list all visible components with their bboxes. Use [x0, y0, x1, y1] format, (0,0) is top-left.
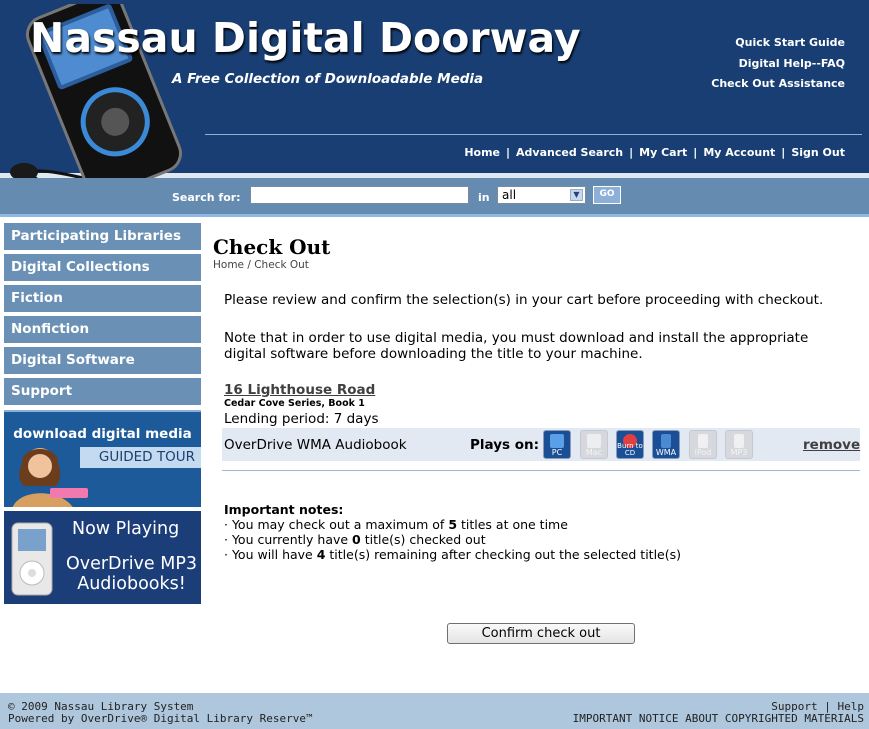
device-mp3-icon: MP3 — [725, 430, 753, 459]
digital-help-faq-link[interactable]: Digital Help--FAQ — [711, 54, 845, 75]
search-in-label: in — [478, 191, 490, 204]
site-title: Nassau Digital Doorway — [30, 14, 581, 62]
nav-advanced-search-link[interactable]: Advanced Search — [516, 146, 623, 159]
quick-start-guide-link[interactable]: Quick Start Guide — [711, 33, 845, 54]
note-text: · You will have — [224, 547, 317, 562]
footer-notice-wrapper: IMPORTANT NOTICE ABOUT COPYRIGHTED MATER… — [573, 712, 864, 725]
note-current-titles: · You currently have 0 title(s) checked … — [224, 532, 486, 547]
search-bar-rule — [0, 214, 869, 217]
item-lending-period: Lending period: 7 days — [224, 411, 379, 427]
quick-links: Quick Start Guide Digital Help--FAQ Chec… — [711, 33, 845, 95]
note-text: title(s) remaining after checking out th… — [325, 547, 681, 562]
note-value: 0 — [352, 532, 361, 547]
note-text: title(s) checked out — [360, 532, 486, 547]
device-burn-to-cd-icon: Burn to CD — [616, 430, 644, 459]
sidebar-item-participating-libraries[interactable]: Participating Libraries — [4, 223, 201, 250]
device-pc-label: PC — [551, 448, 563, 457]
mp3-glyph-icon — [734, 434, 744, 448]
wma-player-icon — [661, 434, 671, 448]
nav-separator: | — [693, 146, 698, 159]
footer-copyright-notice-link[interactable]: IMPORTANT NOTICE ABOUT COPYRIGHTED MATER… — [573, 712, 864, 725]
remove-item-link[interactable]: remove — [803, 437, 860, 453]
site-subtitle: A Free Collection of Downloadable Media — [172, 71, 484, 87]
mp3-promo-line2-text: OverDrive MP3 — [65, 554, 198, 574]
plays-on-label: Plays on: — [470, 437, 540, 453]
software-note-text: Note that in order to use digital media,… — [224, 330, 809, 362]
device-wma-icon: WMA — [652, 430, 680, 459]
nav-separator: | — [781, 146, 786, 159]
device-ipod-label: iPod — [694, 448, 712, 457]
note-max-titles: · You may check out a maximum of 5 title… — [224, 517, 568, 532]
nav-separator: | — [629, 146, 634, 159]
nav-my-cart-link[interactable]: My Cart — [639, 146, 687, 159]
item-series: Cedar Cove Series, Book 1 — [224, 398, 365, 409]
breadcrumb: Home / Check Out — [213, 259, 309, 271]
site-footer: © 2009 Nassau Library System Powered by … — [0, 693, 869, 729]
nav-my-account-link[interactable]: My Account — [703, 146, 775, 159]
page-title: Check Out — [213, 235, 331, 259]
sidebar-item-digital-software[interactable]: Digital Software — [4, 347, 201, 374]
guided-tour-line2: GUIDED TOUR — [80, 447, 201, 468]
note-remaining-titles: · You will have 4 title(s) remaining aft… — [224, 547, 681, 562]
search-scope-select[interactable]: all ▼ — [497, 186, 586, 204]
checkout-intro-text: Please review and confirm the selection(… — [224, 292, 824, 308]
sidebar: Participating Libraries Digital Collecti… — [4, 223, 201, 409]
guided-tour-promo[interactable]: download digital media GUIDED TOUR — [4, 410, 201, 507]
sidebar-item-support[interactable]: Support — [4, 378, 201, 405]
ipod-icon — [11, 522, 53, 596]
important-notes-heading: Important notes: — [224, 502, 344, 517]
device-pc-icon: PC — [543, 430, 571, 459]
laptop-icon — [587, 434, 601, 448]
search-scope-value: all — [502, 188, 517, 202]
chevron-down-icon[interactable]: ▼ — [570, 189, 583, 201]
search-label: Search for: — [172, 191, 241, 204]
sidebar-item-fiction[interactable]: Fiction — [4, 285, 201, 312]
note-text: · You currently have — [224, 532, 353, 547]
confirm-checkout-button[interactable]: Confirm check out — [447, 623, 635, 644]
header-divider — [205, 134, 862, 135]
item-format: OverDrive WMA Audiobook — [224, 437, 407, 453]
nav-separator: | — [506, 146, 511, 159]
ipod-glyph-icon — [698, 434, 708, 448]
sidebar-item-digital-collections[interactable]: Digital Collections — [4, 254, 201, 281]
mp3-promo-line3-text: Audiobooks! — [77, 574, 186, 594]
device-wma-label: WMA — [655, 448, 677, 457]
device-burn-label: Burn to CD — [617, 442, 643, 457]
mp3-promo-line2: OverDrive MP3 Audiobooks! — [62, 554, 201, 594]
site-header: Nassau Digital Doorway A Free Collection… — [0, 0, 869, 213]
search-go-button[interactable]: GO — [593, 186, 621, 204]
check-out-assistance-link[interactable]: Check Out Assistance — [711, 74, 845, 95]
device-mac-icon: Mac — [580, 430, 608, 459]
nav-sign-out-link[interactable]: Sign Out — [791, 146, 845, 159]
nav-home-link[interactable]: Home — [464, 146, 500, 159]
sidebar-item-nonfiction[interactable]: Nonfiction — [4, 316, 201, 343]
note-value: 5 — [448, 517, 458, 532]
device-mp3-label: MP3 — [730, 448, 748, 457]
footer-powered-by: Powered by OverDrive® Digital Library Re… — [8, 712, 313, 725]
mp3-audiobooks-promo[interactable]: Now Playing OverDrive MP3 Audiobooks! — [4, 511, 201, 604]
device-mac-label: Mac — [585, 448, 603, 457]
note-text: · You may check out a maximum of — [224, 517, 449, 532]
search-input[interactable] — [250, 186, 469, 204]
note-text: titles at one time — [457, 517, 568, 532]
main-nav: Home | Advanced Search | My Cart | My Account |… — [464, 146, 845, 159]
device-ipod-icon: iPod — [689, 430, 717, 459]
guided-tour-line1: download digital media — [13, 426, 192, 442]
item-divider — [222, 470, 860, 471]
monitor-icon — [550, 434, 564, 448]
mp3-promo-line1: Now Playing — [72, 519, 180, 539]
item-title-link[interactable]: 16 Lighthouse Road — [224, 382, 375, 398]
